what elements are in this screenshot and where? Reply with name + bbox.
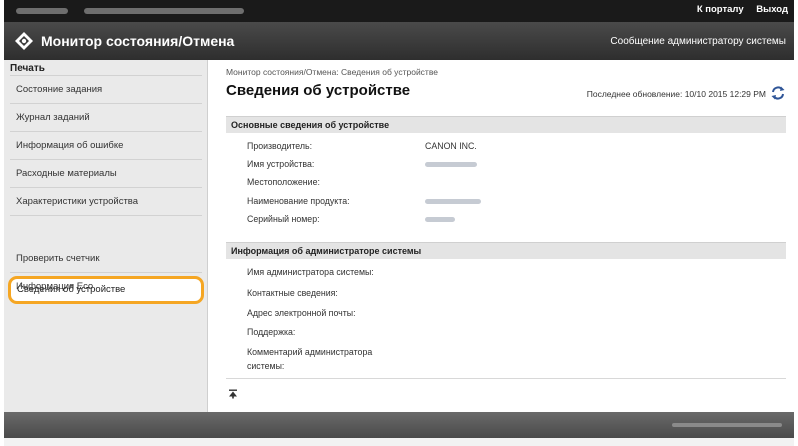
- blurred-serial-number-value: [425, 217, 455, 222]
- sidebar-item-job-status[interactable]: Состояние задания: [16, 84, 102, 95]
- admin-comment-label: Комментарий администратора системы:: [247, 347, 373, 371]
- blurred-copyright: [672, 423, 782, 427]
- refresh-icon[interactable]: [770, 85, 786, 101]
- admin-message-link[interactable]: Сообщение администратору системы: [610, 36, 786, 47]
- email-address-label: Адрес электронной почты:: [247, 308, 356, 318]
- section-heading: Информация об администраторе системы: [231, 246, 422, 256]
- back-to-top-icon[interactable]: [228, 389, 238, 399]
- blurred-device-name-value: [425, 162, 477, 167]
- admin-name-label: Имя администратора системы:: [247, 267, 374, 277]
- product-name-label: Наименование продукта:: [247, 196, 350, 206]
- contact-info-label: Контактные сведения:: [247, 288, 338, 298]
- manufacturer-value: CANON INC.: [425, 141, 477, 151]
- section-heading: Основные сведения об устройстве: [231, 120, 390, 130]
- sidebar-divider: [10, 215, 202, 216]
- sidebar-heading: Печать: [10, 63, 45, 74]
- support-label: Поддержка:: [247, 327, 296, 337]
- sidebar-divider: [10, 159, 202, 160]
- top-links: К порталу Выход: [687, 4, 788, 15]
- blurred-device-model: [84, 8, 244, 14]
- title-bar: Монитор состояния/Отмена Сообщение админ…: [4, 22, 794, 60]
- sidebar-item-check-counter[interactable]: Проверить счетчик: [16, 253, 99, 264]
- footer-bar: [4, 412, 794, 438]
- logout-link[interactable]: Выход: [756, 4, 788, 15]
- app-title: Монитор состояния/Отмена: [41, 33, 235, 49]
- sidebar-item-consumables[interactable]: Расходные материалы: [16, 168, 117, 179]
- canon-diamond-icon: [15, 32, 33, 50]
- admin-info-section-header: Информация об администраторе системы: [226, 242, 786, 259]
- sidebar-divider: [10, 272, 202, 273]
- location-label: Местоположение:: [247, 177, 320, 187]
- sidebar-divider: [10, 131, 202, 132]
- sidebar-item-job-log[interactable]: Журнал заданий: [16, 112, 90, 123]
- sidebar-item-error-info[interactable]: Информация об ошибке: [16, 140, 123, 151]
- section-end-divider: [226, 378, 786, 379]
- last-updated-text: Последнее обновление: 10/10 2015 12:29 P…: [586, 89, 766, 99]
- top-bar: К порталу Выход: [4, 0, 794, 22]
- manufacturer-label: Производитель:: [247, 141, 313, 151]
- portal-link[interactable]: К порталу: [697, 4, 744, 15]
- breadcrumb: Монитор состояния/Отмена: Сведения об ус…: [226, 67, 438, 77]
- blurred-product-name-value: [425, 199, 481, 204]
- sidebar: Печать Состояние задания Журнал заданий …: [4, 60, 208, 412]
- page-title: Сведения об устройстве: [226, 82, 411, 99]
- sidebar-item-eco-info[interactable]: Информация Eco: [16, 281, 93, 292]
- blurred-device-name: [16, 8, 68, 14]
- device-name-label: Имя устройства:: [247, 159, 315, 169]
- main-content: Монитор состояния/Отмена: Сведения об ус…: [209, 60, 794, 412]
- sidebar-divider: [10, 103, 202, 104]
- device-info-section-header: Основные сведения об устройстве: [226, 116, 786, 133]
- remote-ui-window: К порталу Выход Монитор состояния/Отмена…: [4, 0, 794, 446]
- sidebar-item-device-features[interactable]: Характеристики устройства: [16, 196, 138, 207]
- serial-number-label: Серийный номер:: [247, 214, 320, 224]
- bottom-strip: [4, 438, 794, 446]
- sidebar-divider: [10, 187, 202, 188]
- sidebar-divider: [10, 75, 202, 76]
